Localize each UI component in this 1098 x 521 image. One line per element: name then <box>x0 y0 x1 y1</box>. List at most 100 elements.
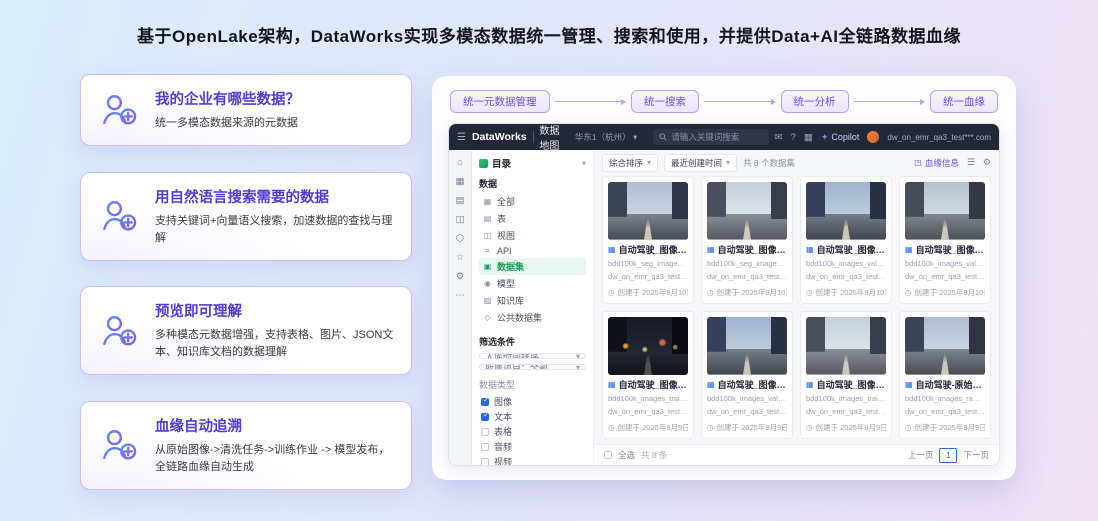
favorite-icon[interactable]: ☆ <box>456 252 465 263</box>
dataset-thumbnail <box>707 317 787 375</box>
settings-icon[interactable]: ⚙ <box>983 157 991 168</box>
clock-icon: ◷ <box>608 288 615 297</box>
filter-checkbox[interactable]: 视频 <box>479 454 586 465</box>
list-view-icon[interactable]: ☰ <box>967 157 975 168</box>
filter-checkbox[interactable]: 表格 <box>479 424 586 439</box>
copilot-button[interactable]: ✦ Copilot <box>821 132 860 143</box>
table-icon[interactable]: ▤ <box>456 195 465 206</box>
select-all-checkbox[interactable] <box>604 451 612 459</box>
workflow-arrow <box>554 98 626 105</box>
sidebar-tree: ▦ 全部 ▤ 表 ◫ 视图 ⌗ API ▣ 数据集 ◉ 模型 ▧ 知识库 ◇ 公… <box>479 193 586 326</box>
lineage-icon: ◳ <box>914 158 922 167</box>
api-icon[interactable]: ⬡ <box>456 233 464 244</box>
apps-grid-icon[interactable]: ▦ <box>804 132 813 143</box>
datamap-icon[interactable]: ▦ <box>456 176 465 187</box>
next-page-button[interactable]: 下一页 <box>963 449 989 461</box>
dataset-card[interactable]: ▦ 自动驾驶_图像_10K_验证集 bdd100k_images_val，10K… <box>899 176 991 304</box>
sidebar-item[interactable]: ◇ 公共数据集 <box>479 309 586 326</box>
clock-icon: ◷ <box>707 288 714 297</box>
chevron-down-icon: ▾ <box>581 158 586 168</box>
feature-desc: 多种模态元数据增强，支持表格、图片、JSON文本、知识库文档的数据理解 <box>155 329 394 359</box>
dataset-card[interactable]: ▦ 自动驾驶_图像_分割专用_10K_验证集 bdd100k_seg_image… <box>602 176 694 304</box>
user-data-icon <box>97 194 141 238</box>
dataset-icon: ▦ <box>905 379 913 389</box>
feature-title: 预览即可理解 <box>155 304 242 321</box>
clock-icon: ◷ <box>707 423 714 432</box>
page-title: 基于OpenLake架构，DataWorks实现多模态数据统一管理、搜索和使用，… <box>137 27 961 46</box>
dataset-card[interactable]: ▦ 自动驾驶_图像_100K_验证集 bdd100k_images_val，10… <box>701 311 793 439</box>
view-icon[interactable]: ◫ <box>456 214 465 225</box>
brand-logo: DataWorks <box>471 131 527 143</box>
sort-select[interactable]: 综合排序 ▾ <box>602 153 659 172</box>
chevron-down-icon: ▾ <box>575 353 580 359</box>
dataset-created: ◷ 创建于 2025年9月9日 10:55:30 <box>707 423 787 432</box>
icon-rail: ⌂ ▦ ▤ ◫ ⬡ ☆ ⚙ ⋯ <box>449 150 472 465</box>
main-content: 综合排序 ▾ 最近创建时间 ▾ 共 8 个数据集 ◳ 血缘信息 ☰ ⚙ ▦ 自动驾驶_… <box>594 150 999 465</box>
arrow-right-icon <box>621 98 626 105</box>
dataset-card[interactable]: ▦ 自动驾驶_图像_分割专用_10K_训练集 bdd100k_seg_image… <box>701 176 793 304</box>
dataset-thumbnail <box>905 317 985 375</box>
page-number[interactable]: 1 <box>939 447 958 463</box>
lineage-toggle[interactable]: ◳ 血缘信息 <box>914 157 959 169</box>
sidebar-item[interactable]: ▣ 数据集 <box>479 258 586 275</box>
chevron-down-icon: ▾ <box>575 364 580 370</box>
filter-checkbox[interactable]: 文本 <box>479 409 586 424</box>
more-icon[interactable]: ⋯ <box>455 290 465 301</box>
workflow-step: 统一分析 <box>780 90 849 113</box>
time-select[interactable]: 最近创建时间 ▾ <box>664 153 738 172</box>
help-icon[interactable]: ? <box>791 132 796 143</box>
tree-node-icon: ▧ <box>483 296 492 305</box>
checkbox-icon <box>481 442 489 451</box>
dataset-icon: ▦ <box>905 244 913 254</box>
dataset-title-row: ▦ 自动驾驶_图像_10K_验证集 <box>806 244 886 255</box>
region-selector[interactable]: 华东1（杭州） ▾ <box>575 131 637 143</box>
home-icon[interactable]: ⌂ <box>457 157 463 168</box>
settings-icon[interactable]: ⚙ <box>456 271 465 282</box>
sidebar-item[interactable]: ▦ 全部 <box>479 193 586 210</box>
dataset-source: dw_on_emr_qa3_testroad_com <box>905 271 985 281</box>
dataset-thumbnail <box>608 317 688 375</box>
filter-checkbox[interactable]: 音频 <box>479 439 586 454</box>
filter-checkbox[interactable]: 图像 <box>479 394 586 409</box>
clock-icon: ◷ <box>608 423 615 432</box>
sidebar-item[interactable]: ⌗ API <box>479 244 586 258</box>
dataset-card[interactable]: ▦ 自动驾驶_图像_10K_验证集 bdd100k_images_val，10K… <box>800 176 892 304</box>
user-data-icon <box>97 423 141 467</box>
sidebar-item[interactable]: ▧ 知识库 <box>479 292 586 309</box>
dataset-card[interactable]: ▦ 自动驾驶_图像_10K_训练集 bdd100k_images_train，1… <box>602 311 694 439</box>
workflow-step: 统一血缘 <box>930 90 998 113</box>
sparkle-icon: ✦ <box>820 131 829 142</box>
dataset-source: dw_on_emr_qa3_testroad_com <box>806 406 886 416</box>
pagination: 上一页 1 下一页 <box>908 447 989 463</box>
dataset-title-row: ▦ 自动驾驶_图像_分割专用_10K_训练集 <box>707 244 787 255</box>
filter-select-time[interactable]: 入库时间排序 ▾ <box>479 353 586 359</box>
topbar-actions: ✉ ? ▦ ✦ Copilot dw_on_emr_qa3_test***.com <box>775 131 991 143</box>
sidebar-item[interactable]: ◉ 模型 <box>479 275 586 292</box>
dataset-card[interactable]: ▦ 自动驾驶-原始图像-100K-训练集 bdd100k_images_raw，… <box>899 311 991 439</box>
tree-node-icon: ◇ <box>484 313 491 322</box>
catalog-header[interactable]: 目录 ▾ <box>479 156 586 170</box>
sidebar-item[interactable]: ▤ 表 <box>479 210 586 227</box>
global-search-input[interactable]: 请输入关键词搜索 <box>653 129 769 145</box>
dataset-title-row: ▦ 自动驾驶_图像_100K_验证集 <box>707 379 787 390</box>
avatar[interactable] <box>867 131 880 143</box>
dataset-icon: ▦ <box>806 379 814 389</box>
prev-page-button[interactable]: 上一页 <box>908 449 934 461</box>
filter-select-project[interactable]: 所属项目：全部 ▾ <box>479 364 586 370</box>
clock-icon: ◷ <box>806 423 813 432</box>
dataset-card[interactable]: ▦ 自动驾驶_图像_100K_训练集 bdd100k_images_train，… <box>800 311 892 439</box>
clock-icon: ◷ <box>905 288 912 297</box>
dataset-source: dw_on_emr_qa3_testroad_com <box>707 271 787 281</box>
tree-node-icon: ◉ <box>484 279 491 288</box>
account-email: dw_on_emr_qa3_test***.com <box>887 132 991 142</box>
dataset-title-row: ▦ 自动驾驶_图像_分割专用_10K_验证集 <box>608 244 688 255</box>
tree-node-icon: ⌗ <box>485 246 490 255</box>
dataset-source: dw_on_emr_qa3_testroad_com <box>707 406 787 416</box>
dataset-title-row: ▦ 自动驾驶_图像_100K_训练集 <box>806 379 886 390</box>
message-icon[interactable]: ✉ <box>775 132 783 143</box>
menu-icon[interactable]: ☰ <box>457 132 466 143</box>
search-icon <box>659 133 667 141</box>
sidebar-item[interactable]: ◫ 视图 <box>479 227 586 244</box>
dataset-desc: bdd100k_images_val，10K 张道路图像 <box>806 259 886 268</box>
feature-text: 我的企业有哪些数据？ 统一多模态数据来源的元数据 <box>155 88 300 132</box>
